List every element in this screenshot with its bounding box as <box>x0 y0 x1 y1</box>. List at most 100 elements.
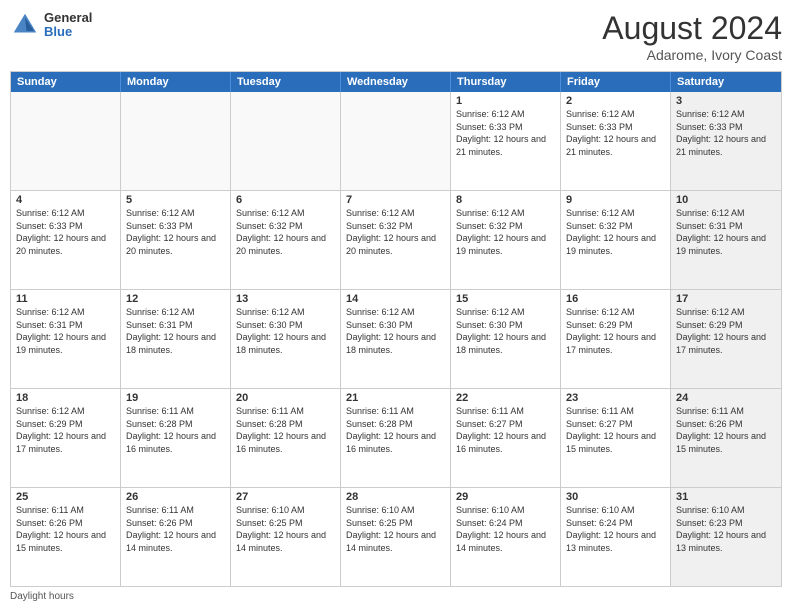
day-info: Sunrise: 6:11 AM Sunset: 6:26 PM Dayligh… <box>16 504 115 554</box>
day-info: Sunrise: 6:10 AM Sunset: 6:25 PM Dayligh… <box>236 504 335 554</box>
weekday-header-sunday: Sunday <box>11 72 121 92</box>
day-info: Sunrise: 6:12 AM Sunset: 6:29 PM Dayligh… <box>676 306 776 356</box>
day-number: 27 <box>236 491 335 503</box>
day-number: 25 <box>16 491 115 503</box>
day-info: Sunrise: 6:12 AM Sunset: 6:32 PM Dayligh… <box>236 207 335 257</box>
weekday-header-monday: Monday <box>121 72 231 92</box>
weekday-header-thursday: Thursday <box>451 72 561 92</box>
calendar-week-1: 1Sunrise: 6:12 AM Sunset: 6:33 PM Daylig… <box>11 92 781 191</box>
calendar-week-4: 18Sunrise: 6:12 AM Sunset: 6:29 PM Dayli… <box>11 389 781 488</box>
day-number: 19 <box>126 392 225 404</box>
calendar-cell-2: 2Sunrise: 6:12 AM Sunset: 6:33 PM Daylig… <box>561 92 671 190</box>
day-info: Sunrise: 6:12 AM Sunset: 6:31 PM Dayligh… <box>126 306 225 356</box>
day-info: Sunrise: 6:12 AM Sunset: 6:33 PM Dayligh… <box>676 108 776 158</box>
calendar-week-2: 4Sunrise: 6:12 AM Sunset: 6:33 PM Daylig… <box>11 191 781 290</box>
logo: General Blue <box>10 10 92 40</box>
weekday-header-wednesday: Wednesday <box>341 72 451 92</box>
logo-blue: Blue <box>44 25 92 39</box>
day-number: 11 <box>16 293 115 305</box>
calendar-cell-5: 5Sunrise: 6:12 AM Sunset: 6:33 PM Daylig… <box>121 191 231 289</box>
calendar-cell-6: 6Sunrise: 6:12 AM Sunset: 6:32 PM Daylig… <box>231 191 341 289</box>
calendar-cell-empty-0-2 <box>231 92 341 190</box>
header: General Blue August 2024 Adarome, Ivory … <box>10 10 782 63</box>
calendar-cell-26: 26Sunrise: 6:11 AM Sunset: 6:26 PM Dayli… <box>121 488 231 586</box>
day-info: Sunrise: 6:12 AM Sunset: 6:32 PM Dayligh… <box>346 207 445 257</box>
calendar-cell-20: 20Sunrise: 6:11 AM Sunset: 6:28 PM Dayli… <box>231 389 341 487</box>
calendar-cell-29: 29Sunrise: 6:10 AM Sunset: 6:24 PM Dayli… <box>451 488 561 586</box>
day-info: Sunrise: 6:11 AM Sunset: 6:27 PM Dayligh… <box>566 405 665 455</box>
day-number: 15 <box>456 293 555 305</box>
calendar-cell-15: 15Sunrise: 6:12 AM Sunset: 6:30 PM Dayli… <box>451 290 561 388</box>
day-number: 5 <box>126 194 225 206</box>
day-number: 4 <box>16 194 115 206</box>
logo-text: General Blue <box>44 11 92 40</box>
day-number: 23 <box>566 392 665 404</box>
calendar-cell-4: 4Sunrise: 6:12 AM Sunset: 6:33 PM Daylig… <box>11 191 121 289</box>
calendar-cell-25: 25Sunrise: 6:11 AM Sunset: 6:26 PM Dayli… <box>11 488 121 586</box>
day-info: Sunrise: 6:10 AM Sunset: 6:23 PM Dayligh… <box>676 504 776 554</box>
day-info: Sunrise: 6:10 AM Sunset: 6:24 PM Dayligh… <box>566 504 665 554</box>
calendar: SundayMondayTuesdayWednesdayThursdayFrid… <box>10 71 782 587</box>
weekday-header-friday: Friday <box>561 72 671 92</box>
day-number: 10 <box>676 194 776 206</box>
calendar-cell-22: 22Sunrise: 6:11 AM Sunset: 6:27 PM Dayli… <box>451 389 561 487</box>
day-number: 20 <box>236 392 335 404</box>
day-info: Sunrise: 6:10 AM Sunset: 6:25 PM Dayligh… <box>346 504 445 554</box>
month-title: August 2024 <box>602 10 782 47</box>
day-info: Sunrise: 6:12 AM Sunset: 6:29 PM Dayligh… <box>566 306 665 356</box>
day-info: Sunrise: 6:11 AM Sunset: 6:26 PM Dayligh… <box>126 504 225 554</box>
calendar-cell-27: 27Sunrise: 6:10 AM Sunset: 6:25 PM Dayli… <box>231 488 341 586</box>
calendar-cell-19: 19Sunrise: 6:11 AM Sunset: 6:28 PM Dayli… <box>121 389 231 487</box>
calendar-cell-empty-0-1 <box>121 92 231 190</box>
title-block: August 2024 Adarome, Ivory Coast <box>602 10 782 63</box>
day-info: Sunrise: 6:12 AM Sunset: 6:31 PM Dayligh… <box>16 306 115 356</box>
calendar-cell-31: 31Sunrise: 6:10 AM Sunset: 6:23 PM Dayli… <box>671 488 781 586</box>
calendar-cell-10: 10Sunrise: 6:12 AM Sunset: 6:31 PM Dayli… <box>671 191 781 289</box>
day-info: Sunrise: 6:12 AM Sunset: 6:30 PM Dayligh… <box>236 306 335 356</box>
calendar-cell-7: 7Sunrise: 6:12 AM Sunset: 6:32 PM Daylig… <box>341 191 451 289</box>
day-info: Sunrise: 6:11 AM Sunset: 6:26 PM Dayligh… <box>676 405 776 455</box>
day-number: 13 <box>236 293 335 305</box>
calendar-cell-11: 11Sunrise: 6:12 AM Sunset: 6:31 PM Dayli… <box>11 290 121 388</box>
day-info: Sunrise: 6:12 AM Sunset: 6:33 PM Dayligh… <box>456 108 555 158</box>
calendar-body: 1Sunrise: 6:12 AM Sunset: 6:33 PM Daylig… <box>11 92 781 586</box>
day-info: Sunrise: 6:12 AM Sunset: 6:31 PM Dayligh… <box>676 207 776 257</box>
day-number: 21 <box>346 392 445 404</box>
page: General Blue August 2024 Adarome, Ivory … <box>0 0 792 612</box>
day-number: 17 <box>676 293 776 305</box>
day-number: 1 <box>456 95 555 107</box>
calendar-cell-12: 12Sunrise: 6:12 AM Sunset: 6:31 PM Dayli… <box>121 290 231 388</box>
day-info: Sunrise: 6:12 AM Sunset: 6:33 PM Dayligh… <box>16 207 115 257</box>
day-info: Sunrise: 6:12 AM Sunset: 6:33 PM Dayligh… <box>566 108 665 158</box>
calendar-cell-1: 1Sunrise: 6:12 AM Sunset: 6:33 PM Daylig… <box>451 92 561 190</box>
day-number: 8 <box>456 194 555 206</box>
day-info: Sunrise: 6:12 AM Sunset: 6:32 PM Dayligh… <box>456 207 555 257</box>
footer: Daylight hours <box>10 591 782 602</box>
calendar-header: SundayMondayTuesdayWednesdayThursdayFrid… <box>11 72 781 92</box>
location-title: Adarome, Ivory Coast <box>602 47 782 63</box>
day-number: 28 <box>346 491 445 503</box>
calendar-cell-16: 16Sunrise: 6:12 AM Sunset: 6:29 PM Dayli… <box>561 290 671 388</box>
day-info: Sunrise: 6:11 AM Sunset: 6:27 PM Dayligh… <box>456 405 555 455</box>
day-number: 2 <box>566 95 665 107</box>
calendar-cell-23: 23Sunrise: 6:11 AM Sunset: 6:27 PM Dayli… <box>561 389 671 487</box>
day-number: 6 <box>236 194 335 206</box>
day-info: Sunrise: 6:12 AM Sunset: 6:30 PM Dayligh… <box>456 306 555 356</box>
calendar-cell-18: 18Sunrise: 6:12 AM Sunset: 6:29 PM Dayli… <box>11 389 121 487</box>
footer-text: Daylight hours <box>10 591 74 602</box>
logo-general: General <box>44 11 92 25</box>
day-number: 9 <box>566 194 665 206</box>
day-number: 22 <box>456 392 555 404</box>
calendar-cell-17: 17Sunrise: 6:12 AM Sunset: 6:29 PM Dayli… <box>671 290 781 388</box>
day-info: Sunrise: 6:11 AM Sunset: 6:28 PM Dayligh… <box>236 405 335 455</box>
day-info: Sunrise: 6:11 AM Sunset: 6:28 PM Dayligh… <box>346 405 445 455</box>
day-number: 26 <box>126 491 225 503</box>
weekday-header-tuesday: Tuesday <box>231 72 341 92</box>
day-info: Sunrise: 6:12 AM Sunset: 6:33 PM Dayligh… <box>126 207 225 257</box>
day-info: Sunrise: 6:10 AM Sunset: 6:24 PM Dayligh… <box>456 504 555 554</box>
day-number: 12 <box>126 293 225 305</box>
calendar-week-5: 25Sunrise: 6:11 AM Sunset: 6:26 PM Dayli… <box>11 488 781 586</box>
day-number: 7 <box>346 194 445 206</box>
calendar-cell-24: 24Sunrise: 6:11 AM Sunset: 6:26 PM Dayli… <box>671 389 781 487</box>
calendar-cell-3: 3Sunrise: 6:12 AM Sunset: 6:33 PM Daylig… <box>671 92 781 190</box>
